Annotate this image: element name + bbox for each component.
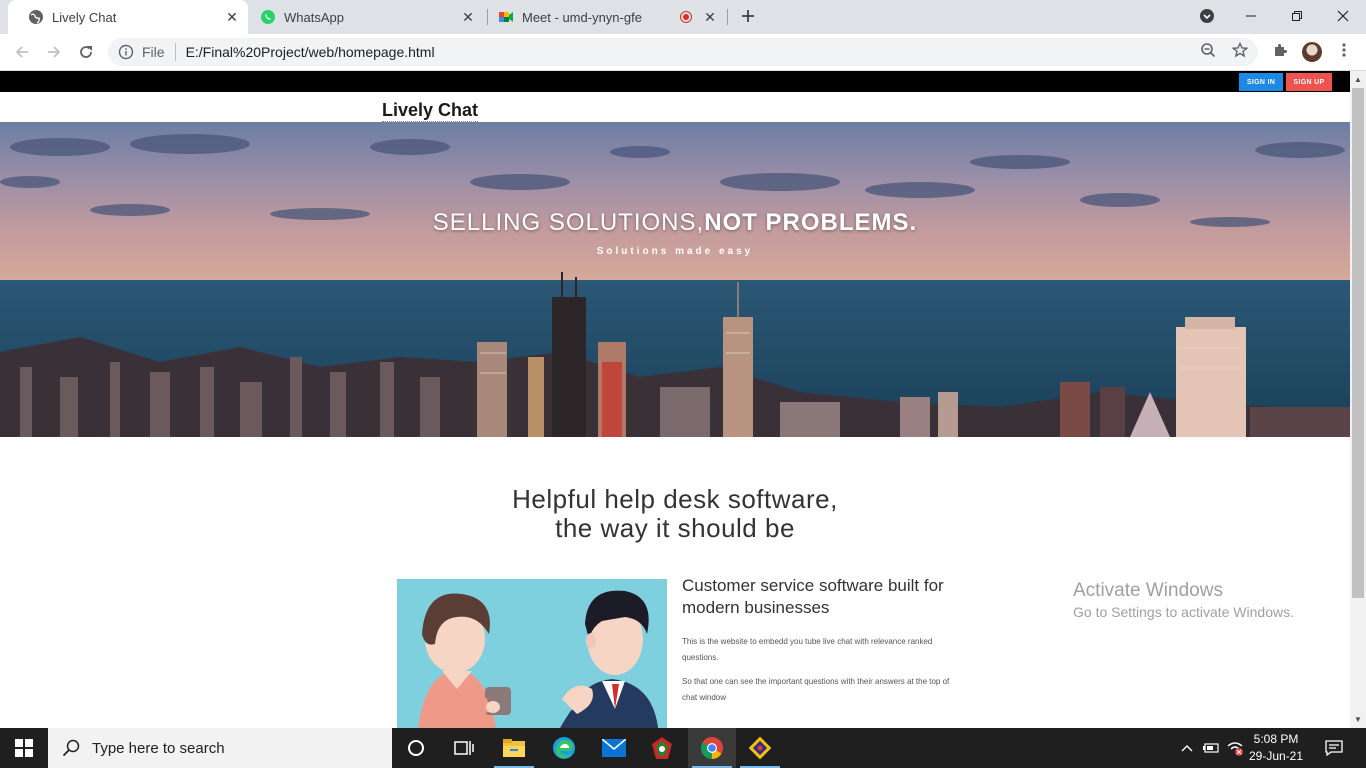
clock-date: 29-Jun-21 [1248, 749, 1304, 763]
city-skyline-image [0, 122, 1350, 437]
scroll-up-arrow-icon[interactable]: ▲ [1350, 71, 1366, 87]
omnibox-divider [174, 43, 176, 61]
file-explorer-icon[interactable] [490, 728, 538, 768]
browser-tab-strip: Lively Chat ✕ WhatsApp ✕ Meet - umd-ynyn… [0, 0, 1366, 34]
browser-toolbar: File E:/Final%20Project/web/homepage.htm… [0, 34, 1366, 71]
hero-title: SELLING SOLUTIONS,NOT PROBLEMS. [0, 209, 1350, 237]
search-icon [62, 739, 80, 757]
battery-icon[interactable] [1200, 728, 1222, 768]
menu-kebab-icon[interactable] [1334, 40, 1354, 60]
tab-label: WhatsApp [284, 9, 344, 25]
sign-in-button[interactable]: SIGN IN [1239, 73, 1283, 91]
feature-paragraph-2: So that one can see the important questi… [682, 677, 950, 702]
search-placeholder: Type here to search [92, 739, 225, 757]
tab-lively-chat[interactable]: Lively Chat ✕ [8, 0, 248, 34]
taskbar-search-box[interactable]: Type here to search [48, 728, 392, 768]
scrollbar-thumb[interactable] [1352, 88, 1364, 598]
address-bar[interactable]: File E:/Final%20Project/web/homepage.htm… [108, 38, 1258, 66]
hero-title-part1: SELLING SOLUTIONS, [432, 209, 705, 236]
tab-meet[interactable]: Meet - umd-ynyn-gfe ✕ [488, 0, 728, 34]
section-heading: Helpful help desk software, the way it s… [0, 485, 1350, 543]
globe-icon [28, 9, 44, 25]
restore-icon[interactable] [1274, 0, 1320, 32]
watermark-line2: Go to Settings to activate Windows. [1073, 604, 1294, 620]
bookmark-star-icon[interactable] [1230, 40, 1250, 60]
scroll-down-arrow-icon[interactable]: ▼ [1350, 711, 1366, 727]
minimize-icon[interactable] [1228, 0, 1274, 32]
zoom-icon[interactable] [1198, 40, 1218, 60]
top-auth-bar: SIGN IN SIGN UP [0, 71, 1350, 92]
support-illustration [397, 579, 667, 728]
tab-label: Lively Chat [52, 9, 117, 25]
hero-title-part2: NOT PROBLEMS. [704, 209, 918, 236]
extensions-puzzle-icon[interactable] [1270, 40, 1290, 60]
tab-close-icon[interactable]: ✕ [460, 9, 476, 25]
cortana-icon[interactable] [392, 728, 440, 768]
close-window-icon[interactable] [1320, 0, 1366, 32]
feature-title: Customer service software built for mode… [682, 576, 944, 617]
tab-close-icon[interactable]: ✕ [224, 9, 240, 25]
chrome-icon[interactable] [688, 728, 736, 768]
tab-separator [727, 9, 728, 25]
tab-close-icon[interactable]: ✕ [702, 9, 718, 25]
tab-label: Meet - umd-ynyn-gfe [522, 9, 642, 25]
activate-windows-watermark: Activate Windows Go to Settings to activ… [1073, 580, 1294, 620]
profile-avatar[interactable] [1302, 42, 1322, 62]
game-app-icon[interactable] [638, 728, 686, 768]
system-clock[interactable]: 5:08 PM 29-Jun-21 [1248, 728, 1304, 768]
task-view-icon[interactable] [440, 728, 488, 768]
feature-paragraph-1: This is the website to embedd you tube l… [682, 637, 933, 662]
section-heading-line2: the way it should be [555, 513, 795, 543]
section-heading-line1: Helpful help desk software, [512, 484, 838, 514]
tab-search-button[interactable] [1184, 0, 1230, 32]
git-app-icon[interactable] [736, 728, 784, 768]
watermark-line1: Activate Windows [1073, 580, 1223, 601]
back-arrow-icon[interactable] [8, 38, 36, 66]
hero-subtitle: Solutions made easy [596, 246, 754, 257]
page-viewport: SIGN IN SIGN UP Lively Chat SELLING SOLU… [0, 71, 1350, 728]
tab-whatsapp[interactable]: WhatsApp ✕ [248, 0, 488, 34]
sign-up-button[interactable]: SIGN UP [1286, 73, 1332, 91]
windows-start-icon[interactable] [0, 728, 48, 768]
tray-chevron-up-icon[interactable] [1176, 728, 1198, 768]
notification-center-icon[interactable] [1318, 728, 1350, 768]
google-meet-icon [498, 9, 514, 25]
forward-arrow-icon[interactable] [40, 38, 68, 66]
windows-taskbar: Type here to search 5:08 PM 29-Jun-21 [0, 728, 1366, 768]
url-text[interactable]: E:/Final%20Project/web/homepage.html [186, 44, 1258, 60]
network-disconnected-icon[interactable] [1224, 728, 1246, 768]
clock-time: 5:08 PM [1253, 732, 1299, 746]
mail-icon[interactable] [590, 728, 638, 768]
reload-icon[interactable] [72, 38, 100, 66]
site-logo[interactable]: Lively Chat [382, 100, 478, 121]
info-icon[interactable] [118, 44, 134, 60]
hero-banner: SELLING SOLUTIONS,NOT PROBLEMS. Solution… [0, 122, 1350, 437]
new-tab-button[interactable] [738, 6, 758, 26]
edge-browser-icon[interactable] [540, 728, 588, 768]
whatsapp-icon [260, 9, 276, 25]
scheme-label: File [142, 44, 165, 60]
recording-icon [680, 11, 692, 23]
